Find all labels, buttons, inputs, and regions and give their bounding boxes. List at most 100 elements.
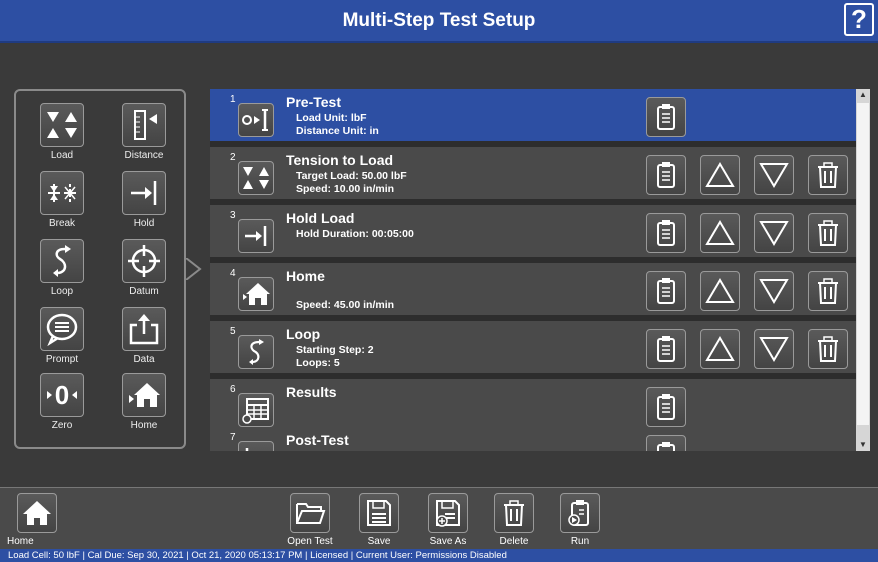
- results-icon: [238, 393, 274, 427]
- tool-prompt[interactable]: Prompt: [26, 307, 98, 371]
- distance-icon: [122, 103, 166, 147]
- save-button[interactable]: [359, 493, 399, 533]
- delete-button[interactable]: [494, 493, 534, 533]
- step-number: 5: [230, 326, 236, 337]
- step-number: 3: [230, 210, 236, 221]
- svg-text:0: 0: [55, 380, 69, 410]
- loop-icon: [40, 239, 84, 283]
- edit-step-button[interactable]: [646, 271, 686, 311]
- tool-load[interactable]: Load: [26, 103, 98, 167]
- step-row[interactable]: 3 Hold Load Hold Duration: 00:05:00: [210, 205, 856, 260]
- tool-distance[interactable]: Distance: [108, 103, 180, 167]
- tool-datum[interactable]: Datum: [108, 239, 180, 303]
- break-icon: [40, 171, 84, 215]
- data-icon: [122, 307, 166, 351]
- status-bar: Load Cell: 50 lbF | Cal Due: Sep 30, 202…: [0, 549, 878, 562]
- step-detail: Speed: 45.00 in/min: [296, 299, 395, 311]
- step-row[interactable]: 4 Home Speed: 45.00 in/min: [210, 263, 856, 318]
- step-number: 6: [230, 384, 236, 395]
- tool-label: Distance: [124, 150, 164, 161]
- step-title: Loop: [286, 326, 321, 342]
- step-number: 1: [230, 94, 236, 105]
- move-down-button[interactable]: [754, 329, 794, 369]
- load-icon: [40, 103, 84, 147]
- step-title: Post-Test: [286, 432, 349, 448]
- help-button[interactable]: ?: [844, 3, 874, 36]
- step-detail: Speed: 10.00 in/min: [296, 183, 395, 195]
- delete-label: Delete: [499, 536, 529, 547]
- hold-icon: [238, 219, 274, 253]
- datum-icon: [122, 239, 166, 283]
- steps-list: 1 Pre-Test Load Unit: lbF Distance Unit:…: [210, 89, 870, 451]
- edit-step-button[interactable]: [646, 329, 686, 369]
- tool-home[interactable]: Home: [108, 373, 180, 437]
- tool-label: Zero: [51, 420, 73, 431]
- pretest-icon: [238, 103, 274, 137]
- step-detail: Loops: 5: [296, 357, 340, 369]
- step-number: 7: [230, 432, 236, 443]
- open-test-button[interactable]: [290, 493, 330, 533]
- tool-break[interactable]: Break: [26, 171, 98, 235]
- step-detail: Hold Duration: 00:05:00: [296, 228, 414, 240]
- prompt-icon: [40, 307, 84, 351]
- step-row[interactable]: 2 Tension to Load Target Load: 50.00 lbF…: [210, 147, 856, 202]
- scroll-up-icon[interactable]: ▲: [856, 89, 870, 101]
- edit-step-button[interactable]: [646, 435, 686, 451]
- step-row[interactable]: 7 Post-Test: [210, 427, 856, 451]
- tool-loop[interactable]: Loop: [26, 239, 98, 303]
- tool-zero[interactable]: 0 Zero: [26, 373, 98, 437]
- move-down-button[interactable]: [754, 213, 794, 253]
- save-label: Save: [367, 536, 391, 547]
- save-as-button[interactable]: [428, 493, 468, 533]
- delete-step-button[interactable]: [808, 213, 848, 253]
- delete-step-button[interactable]: [808, 271, 848, 311]
- tool-label: Prompt: [45, 354, 79, 365]
- delete-step-button[interactable]: [808, 329, 848, 369]
- step-title: Hold Load: [286, 210, 355, 226]
- step-detail: Distance Unit: in: [296, 125, 379, 137]
- move-up-button[interactable]: [700, 329, 740, 369]
- move-up-button[interactable]: [700, 213, 740, 253]
- title-bar: Multi-Step Test Setup ?: [0, 0, 878, 43]
- step-number: 2: [230, 152, 236, 163]
- edit-step-button[interactable]: [646, 155, 686, 195]
- tool-label: Data: [133, 354, 155, 365]
- tool-label: Hold: [133, 218, 155, 229]
- step-detail: Target Load: 50.00 lbF: [296, 170, 407, 182]
- edit-step-button[interactable]: [646, 213, 686, 253]
- step-row[interactable]: 1 Pre-Test Load Unit: lbF Distance Unit:…: [210, 89, 856, 144]
- run-label: Run: [570, 536, 590, 547]
- move-up-button[interactable]: [700, 271, 740, 311]
- bottom-toolbar: Home Open Test Save Save As Delete Run: [0, 487, 878, 549]
- posttest-icon: [238, 441, 274, 451]
- open-test-label: Open Test: [287, 536, 333, 547]
- move-down-button[interactable]: [754, 271, 794, 311]
- home-icon: [122, 373, 166, 417]
- home-button[interactable]: [17, 493, 57, 533]
- toolbox-pointer: [186, 258, 202, 280]
- move-down-button[interactable]: [754, 155, 794, 195]
- tool-label: Break: [48, 218, 76, 229]
- delete-step-button[interactable]: [808, 155, 848, 195]
- home-label: Home: [7, 536, 34, 547]
- tool-data[interactable]: Data: [108, 307, 180, 371]
- steps-scrollbar[interactable]: ▲ ▼: [856, 89, 870, 451]
- step-row[interactable]: 6 Results: [210, 379, 856, 434]
- tool-label: Load: [50, 150, 74, 161]
- zero-icon: 0: [40, 373, 84, 417]
- tool-hold[interactable]: Hold: [108, 171, 180, 235]
- home-icon: [238, 277, 274, 311]
- edit-step-button[interactable]: [646, 387, 686, 427]
- scroll-thumb[interactable]: [857, 103, 869, 425]
- edit-step-button[interactable]: [646, 97, 686, 137]
- step-title: Results: [286, 384, 337, 400]
- move-up-button[interactable]: [700, 155, 740, 195]
- step-row[interactable]: 5 Loop Starting Step: 2 Loops: 5: [210, 321, 856, 376]
- step-detail: Starting Step: 2: [296, 344, 374, 356]
- tool-label: Home: [130, 420, 158, 431]
- run-button[interactable]: [560, 493, 600, 533]
- load-icon: [238, 161, 274, 195]
- scroll-down-icon[interactable]: ▼: [856, 439, 870, 451]
- step-title: Home: [286, 268, 325, 284]
- page-title: Multi-Step Test Setup: [342, 10, 536, 31]
